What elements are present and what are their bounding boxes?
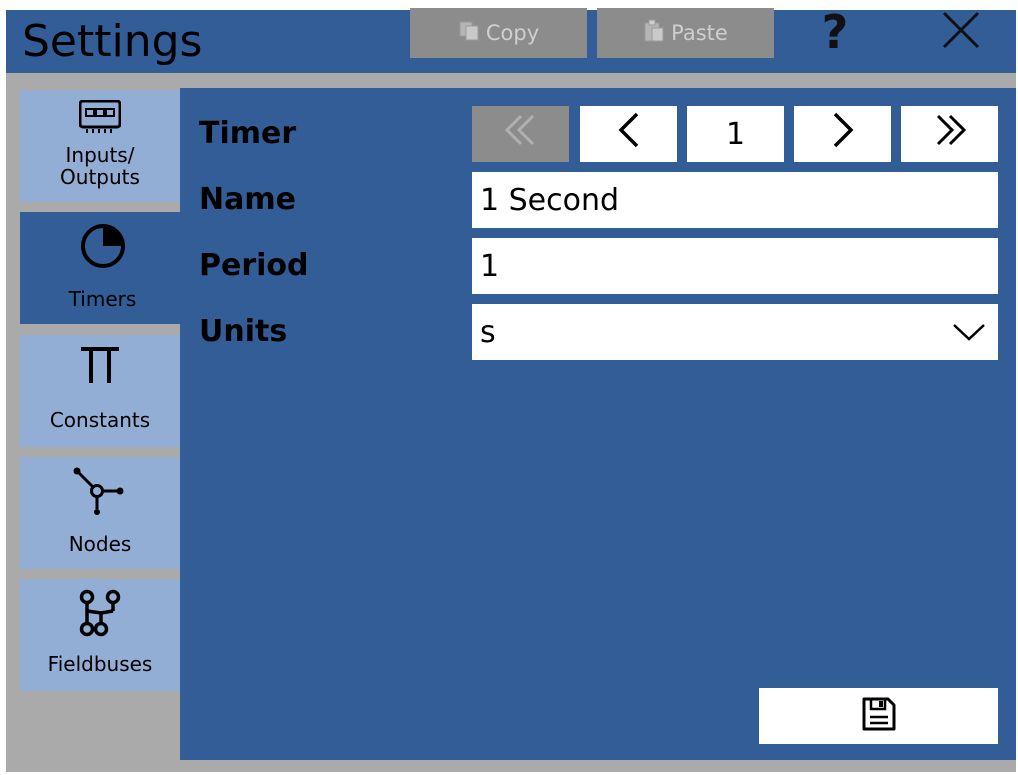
units-label: Units [199, 314, 288, 349]
window-title: Settings [22, 16, 203, 67]
pi-constant-icon [79, 345, 121, 389]
double-chevron-left-icon [503, 114, 539, 154]
save-button[interactable] [759, 688, 998, 744]
copy-button[interactable]: Copy [410, 8, 587, 58]
floppy-disk-icon [861, 696, 897, 736]
period-label: Period [199, 248, 309, 283]
chevron-right-icon [831, 112, 855, 156]
paste-button[interactable]: Paste [597, 8, 774, 58]
io-board-icon [78, 99, 122, 138]
next-timer-button[interactable] [794, 106, 891, 162]
close-icon [941, 10, 981, 54]
current-timer-index[interactable]: 1 [687, 106, 784, 162]
paste-label: Paste [671, 21, 728, 45]
paste-icon [643, 19, 665, 48]
chevron-left-icon [617, 112, 641, 156]
timer-icon [79, 222, 127, 274]
help-icon: ? [821, 5, 849, 59]
sidebar-item-fieldbuses[interactable]: Fieldbuses [20, 579, 180, 691]
double-chevron-right-icon [932, 114, 968, 154]
chevron-down-icon [952, 315, 986, 350]
sidebar-item-nodes[interactable]: Nodes [20, 457, 180, 569]
copy-label: Copy [485, 21, 540, 45]
sidebar-item-label: Nodes [68, 532, 132, 556]
previous-timer-button[interactable] [580, 106, 677, 162]
units-select[interactable]: s [472, 304, 998, 360]
period-input[interactable]: 1 [472, 238, 998, 294]
help-button[interactable]: ? [800, 4, 870, 60]
name-input[interactable]: 1 Second [472, 172, 998, 228]
fieldbus-icon [77, 589, 123, 641]
sidebar-item-label: Fieldbuses [47, 652, 153, 676]
sidebar-item-constants[interactable]: Constants [20, 335, 180, 447]
copy-icon [458, 20, 480, 47]
node-icon [73, 467, 127, 519]
sidebar-item-label: Inputs/ Outputs [60, 143, 140, 189]
sidebar-item-timers[interactable]: Timers [20, 212, 185, 324]
last-timer-button[interactable] [901, 106, 998, 162]
sidebar-item-label: Constants [49, 408, 151, 432]
sidebar-item-label: Timers [68, 287, 137, 311]
close-button[interactable] [926, 4, 996, 60]
timer-label: Timer [199, 116, 297, 151]
sidebar-item-inputs-outputs[interactable]: Inputs/ Outputs [20, 90, 180, 202]
units-value: s [480, 314, 496, 350]
first-timer-button[interactable] [472, 106, 569, 162]
name-label: Name [199, 182, 296, 217]
